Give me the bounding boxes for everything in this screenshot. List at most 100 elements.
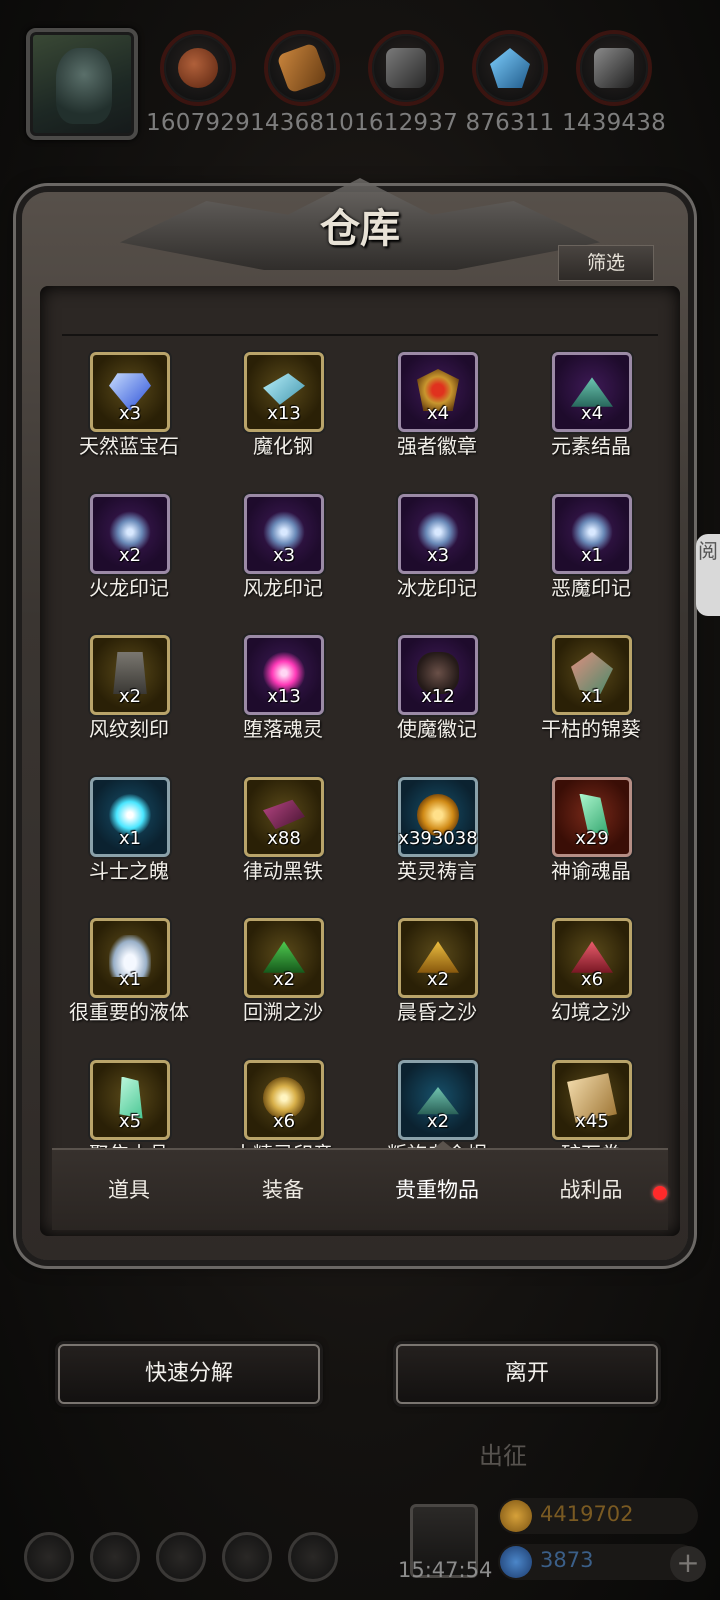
panel-divider: [62, 334, 658, 336]
item-cell[interactable]: x3 冰龙印记: [360, 482, 514, 602]
item-cell[interactable]: x29 神谕魂晶: [514, 765, 668, 885]
item-quantity: x45: [575, 1110, 609, 1132]
item-cell[interactable]: x1 斗士之魄: [52, 765, 206, 885]
item-slot[interactable]: x5: [90, 1059, 170, 1140]
item-slot[interactable]: x4: [398, 352, 478, 432]
item-slot[interactable]: x13: [244, 352, 324, 432]
category-tabs: 道具 装备 贵重物品 战利品: [52, 1148, 668, 1230]
item-cell[interactable]: x1 干枯的锦葵: [514, 623, 668, 743]
item-cell[interactable]: x4 元素结晶: [514, 340, 668, 460]
item-cell[interactable]: x12 使魔徽记: [360, 623, 514, 743]
item-cell[interactable]: x2 晨昏之沙: [360, 906, 514, 1026]
item-cell[interactable]: x2 回溯之沙: [206, 906, 360, 1026]
top-resource-bar: 1607929 1436810 1612937 876311 1439438: [0, 0, 720, 150]
item-slot[interactable]: x6: [552, 918, 632, 998]
item-cell[interactable]: x3 天然蓝宝石: [52, 340, 206, 460]
item-slot[interactable]: x3: [398, 493, 478, 574]
item-slot[interactable]: x2: [398, 1059, 478, 1140]
clock-time: 15:47:54: [398, 1558, 493, 1582]
gate-icon[interactable]: [156, 1532, 206, 1582]
item-cell[interactable]: x1 恶魔印记: [514, 482, 668, 602]
item-slot[interactable]: x88: [244, 776, 324, 857]
tab-valuables[interactable]: 贵重物品: [360, 1174, 514, 1204]
item-name: 元素结晶: [551, 434, 631, 458]
item-slot[interactable]: x2: [90, 493, 170, 574]
item-cell[interactable]: x13 堕落魂灵: [206, 623, 360, 743]
item-slot[interactable]: x2: [398, 918, 478, 998]
item-slot[interactable]: x1: [552, 493, 632, 574]
item-cell[interactable]: x13 魔化钢: [206, 340, 360, 460]
item-quantity: x1: [118, 827, 142, 849]
filter-button[interactable]: 筛选: [558, 245, 654, 281]
side-reading-tab[interactable]: 阅: [696, 534, 720, 616]
notification-dot: [653, 1186, 667, 1200]
item-cell[interactable]: x2 风纹刻印: [52, 623, 206, 743]
item-slot[interactable]: x2: [90, 635, 170, 715]
item-cell[interactable]: x393038 英灵祷言: [360, 765, 514, 885]
item-quantity: x2: [118, 686, 142, 707]
tab-equipment[interactable]: 装备: [206, 1174, 360, 1204]
star-icon[interactable]: [90, 1532, 140, 1582]
item-name: 神谕魂晶: [551, 858, 631, 883]
item-slot[interactable]: x4: [552, 352, 632, 432]
item-name: 堕落魂灵: [243, 717, 323, 741]
resource-wood[interactable]: 1436810: [250, 30, 354, 140]
item-name: 幻境之沙: [551, 1000, 631, 1024]
item-name: 强者徽章: [397, 434, 477, 458]
item-quantity: x5: [118, 1110, 142, 1132]
item-slot[interactable]: x1: [552, 635, 632, 715]
tab-items[interactable]: 道具: [52, 1174, 206, 1204]
item-slot[interactable]: x393038: [398, 776, 478, 857]
item-quantity: x6: [580, 969, 604, 990]
item-grid: x3 天然蓝宝石 x13 魔化钢 x4 强者徽章 x4 元素结晶 x2 火龙印记 x3 风龙印记 x3 冰…: [52, 340, 668, 1170]
resource-crystal[interactable]: 876311: [458, 30, 562, 140]
item-slot[interactable]: x13: [244, 635, 324, 715]
item-slot[interactable]: x1: [90, 918, 170, 998]
resource-ore[interactable]: 1607929: [146, 30, 250, 140]
item-cell[interactable]: x2 火龙印记: [52, 482, 206, 602]
item-slot[interactable]: x3: [244, 493, 324, 574]
item-name: 天然蓝宝石: [79, 434, 179, 458]
tab-loot[interactable]: 战利品: [514, 1174, 668, 1204]
gold-counter: 4419702: [498, 1498, 698, 1534]
item-quantity: x13: [267, 686, 301, 707]
item-name: 火龙印记: [89, 575, 169, 600]
resource-steel[interactable]: 1439438: [562, 30, 666, 140]
item-slot[interactable]: x29: [552, 776, 632, 857]
item-quantity: x3: [272, 544, 296, 566]
item-cell[interactable]: x3 风龙印记: [206, 482, 360, 602]
item-slot[interactable]: x2: [244, 918, 324, 998]
guild-icon[interactable]: [288, 1532, 338, 1582]
player-avatar[interactable]: [26, 28, 138, 140]
item-slot[interactable]: x3: [90, 352, 170, 432]
steel-glyph: [594, 48, 634, 88]
item-quantity: x3: [426, 544, 450, 566]
avatar-portrait-icon: [56, 48, 112, 124]
item-slot[interactable]: x1: [90, 776, 170, 857]
item-quantity: x2: [272, 969, 296, 990]
item-cell[interactable]: x4 强者徽章: [360, 340, 514, 460]
quick-decompose-button[interactable]: 快速分解: [58, 1344, 320, 1404]
item-quantity: x29: [575, 827, 609, 849]
item-cell[interactable]: x6 幻境之沙: [514, 906, 668, 1026]
item-name: 斗士之魄: [89, 858, 169, 883]
ore-bundle-icon: [160, 30, 236, 106]
sortie-label: 出征: [479, 1442, 527, 1470]
add-currency-button[interactable]: +: [670, 1546, 706, 1582]
item-slot[interactable]: x12: [398, 635, 478, 715]
item-name: 恶魔印记: [551, 575, 631, 600]
item-cell[interactable]: x88 律动黑铁: [206, 765, 360, 885]
item-cell[interactable]: x1 很重要的液体: [52, 906, 206, 1026]
item-slot[interactable]: x45: [552, 1059, 632, 1140]
mail-icon[interactable]: [222, 1532, 272, 1582]
item-name: 英灵祷言: [397, 858, 477, 883]
item-slot[interactable]: x6: [244, 1059, 324, 1140]
crystal-glyph: [490, 48, 530, 88]
gold-amount: 4419702: [540, 1502, 634, 1526]
iron-glyph: [386, 48, 426, 88]
blue-crystal-icon: [472, 30, 548, 106]
leave-button[interactable]: 离开: [396, 1344, 658, 1404]
settings-icon[interactable]: [24, 1532, 74, 1582]
resource-iron[interactable]: 1612937: [354, 30, 458, 140]
item-quantity: x88: [267, 827, 301, 849]
